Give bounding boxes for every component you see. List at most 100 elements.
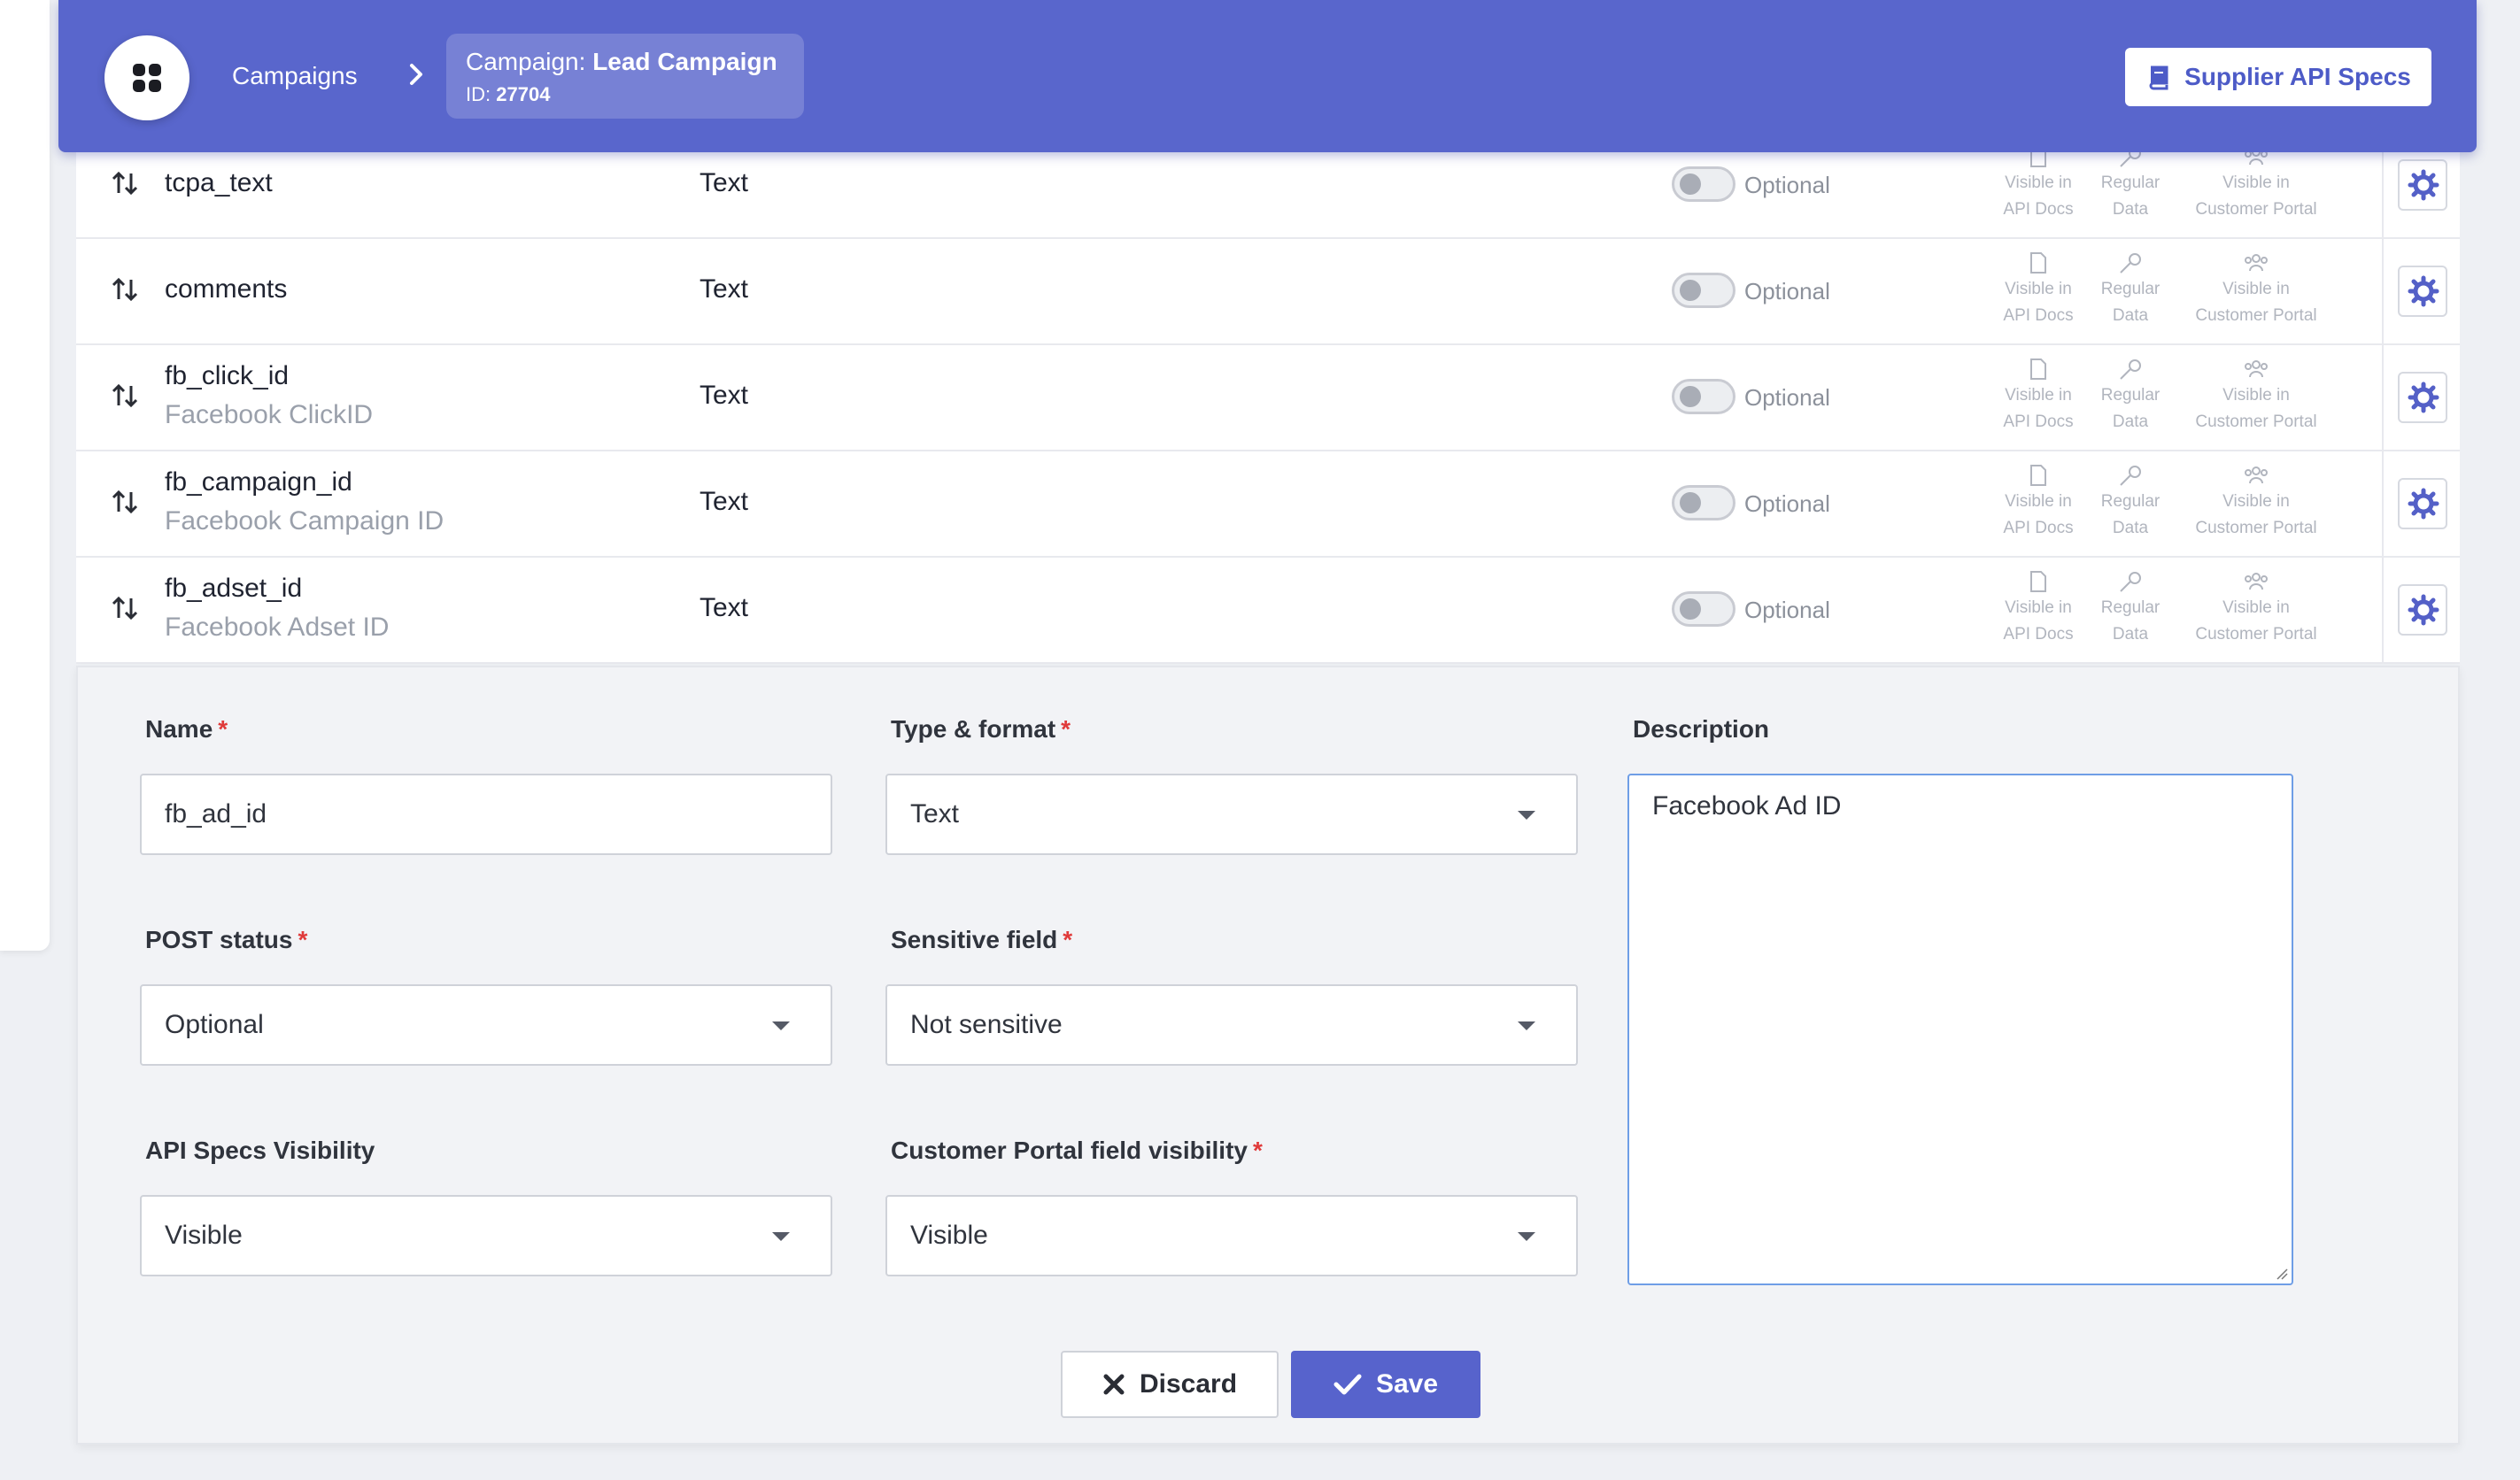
data-sensitivity: Regular Data bbox=[2095, 570, 2166, 648]
post-status-label: Optional bbox=[1744, 278, 1830, 304]
name-input[interactable]: fb_ad_id bbox=[140, 774, 832, 855]
left-panel-card bbox=[0, 0, 50, 951]
caret-down-icon bbox=[1518, 1021, 1535, 1030]
field-name: tcpa_text bbox=[165, 168, 273, 197]
field-name: fb_click_id bbox=[165, 361, 290, 390]
required-toggle[interactable] bbox=[1672, 166, 1735, 202]
users-icon bbox=[2245, 360, 2268, 378]
gear-icon bbox=[2408, 488, 2439, 520]
save-button[interactable]: Save bbox=[1291, 1351, 1480, 1418]
field-name: fb_campaign_id bbox=[165, 467, 352, 497]
field-description: Facebook ClickID bbox=[165, 400, 374, 429]
sort-arrows-icon[interactable] bbox=[110, 381, 140, 411]
discard-button[interactable]: Discard bbox=[1061, 1351, 1279, 1418]
field-type: Text bbox=[700, 381, 749, 410]
field-type: Text bbox=[700, 487, 749, 516]
name-label: Name * bbox=[145, 715, 228, 743]
post-status-select[interactable]: Optional bbox=[140, 984, 832, 1066]
resize-handle-icon[interactable] bbox=[2276, 1268, 2288, 1280]
breadcrumb-current-campaign: Campaign: Lead Campaign ID: 27704 bbox=[446, 34, 804, 119]
required-mark: * bbox=[298, 926, 308, 953]
field-type: Text bbox=[700, 168, 749, 197]
campaign-name: Lead Campaign bbox=[592, 48, 777, 75]
api-docs-visibility: Visible in API Docs bbox=[1996, 358, 2081, 436]
field-settings-button[interactable] bbox=[2398, 159, 2447, 211]
required-mark: * bbox=[1252, 1137, 1263, 1164]
description-textarea[interactable]: Facebook Ad ID bbox=[1627, 774, 2293, 1285]
api-specs-visibility-select[interactable]: Visible bbox=[140, 1195, 832, 1276]
description-label: Description bbox=[1633, 715, 1770, 743]
sort-arrows-icon[interactable] bbox=[110, 168, 140, 198]
customer-portal-visibility: Visible in Customer Portal bbox=[2184, 358, 2329, 436]
table-row: fb_adset_id Facebook Adset ID Text Optio… bbox=[76, 558, 2460, 664]
key-icon bbox=[2120, 572, 2141, 592]
field-settings-button[interactable] bbox=[2398, 266, 2447, 317]
field-settings-button[interactable] bbox=[2398, 478, 2447, 529]
chevron-right-icon bbox=[410, 64, 422, 85]
users-icon bbox=[2245, 466, 2268, 484]
gear-icon bbox=[2408, 382, 2439, 413]
sensitive-field-select[interactable]: Not sensitive bbox=[885, 984, 1578, 1066]
field-settings-button[interactable] bbox=[2398, 372, 2447, 423]
fields-table: tcpa_text Text Optional Visible in API Do… bbox=[76, 133, 2460, 664]
required-toggle[interactable] bbox=[1672, 379, 1735, 414]
api-docs-visibility: Visible in API Docs bbox=[1996, 145, 2081, 223]
caret-down-icon bbox=[1518, 1232, 1535, 1241]
field-settings-button[interactable] bbox=[2398, 584, 2447, 636]
api-specs-visibility-label: API Specs Visibility bbox=[145, 1137, 375, 1164]
api-docs-visibility: Visible in API Docs bbox=[1996, 570, 2081, 648]
field-description: Facebook Campaign ID bbox=[165, 506, 444, 536]
key-icon bbox=[2120, 359, 2141, 380]
post-status-label: Optional bbox=[1744, 597, 1830, 623]
table-row: fb_campaign_id Facebook Campaign ID Text… bbox=[76, 451, 2460, 558]
post-status-label: Optional bbox=[1744, 172, 1830, 198]
gear-icon bbox=[2408, 169, 2439, 201]
required-mark: * bbox=[1061, 715, 1071, 743]
sort-arrows-icon[interactable] bbox=[110, 487, 140, 517]
gear-icon bbox=[2408, 275, 2439, 307]
supplier-api-specs-label: Supplier API Specs bbox=[2184, 63, 2411, 90]
field-type: Text bbox=[700, 274, 749, 304]
sort-arrows-icon[interactable] bbox=[110, 593, 140, 623]
required-toggle[interactable] bbox=[1672, 273, 1735, 308]
customer-portal-visibility: Visible in Customer Portal bbox=[2184, 251, 2329, 329]
document-icon bbox=[2030, 465, 2046, 486]
data-sensitivity: Regular Data bbox=[2095, 358, 2166, 436]
customer-portal-visibility-select[interactable]: Visible bbox=[885, 1195, 1578, 1276]
customer-portal-visibility: Visible in Customer Portal bbox=[2184, 464, 2329, 542]
api-docs-visibility: Visible in API Docs bbox=[1996, 464, 2081, 542]
campaign-id: 27704 bbox=[496, 83, 551, 105]
data-sensitivity: Regular Data bbox=[2095, 464, 2166, 542]
gear-icon bbox=[2408, 594, 2439, 626]
data-sensitivity: Regular Data bbox=[2095, 251, 2166, 329]
field-description: Facebook Adset ID bbox=[165, 613, 390, 642]
required-toggle[interactable] bbox=[1672, 591, 1735, 627]
breadcrumb-campaigns-link[interactable]: Campaigns bbox=[232, 62, 358, 90]
users-icon bbox=[2245, 254, 2268, 272]
sort-arrows-icon[interactable] bbox=[110, 274, 140, 304]
key-icon bbox=[2120, 253, 2141, 274]
caret-down-icon bbox=[772, 1021, 790, 1030]
required-toggle[interactable] bbox=[1672, 485, 1735, 520]
supplier-api-specs-button[interactable]: Supplier API Specs bbox=[2125, 48, 2431, 106]
field-name: comments bbox=[165, 274, 288, 304]
top-header: Campaigns Campaign: Lead Campaign ID: 27… bbox=[58, 0, 2477, 152]
data-sensitivity: Regular Data bbox=[2095, 145, 2166, 223]
caret-down-icon bbox=[772, 1232, 790, 1241]
campaign-prefix: Campaign: bbox=[466, 48, 586, 75]
close-icon bbox=[1103, 1374, 1125, 1395]
sensitive-field-label: Sensitive field * bbox=[891, 926, 1073, 953]
type-format-label: Type & format * bbox=[891, 715, 1071, 743]
type-format-select[interactable]: Text bbox=[885, 774, 1578, 855]
check-icon bbox=[1333, 1374, 1362, 1395]
users-icon bbox=[2245, 573, 2268, 590]
required-mark: * bbox=[218, 715, 228, 743]
key-icon bbox=[2120, 466, 2141, 486]
document-icon bbox=[2030, 571, 2046, 592]
apps-menu-button[interactable] bbox=[104, 35, 189, 120]
book-icon bbox=[2149, 66, 2168, 90]
required-mark: * bbox=[1063, 926, 1073, 953]
document-icon bbox=[2030, 252, 2046, 274]
document-icon bbox=[2030, 358, 2046, 380]
field-name: fb_adset_id bbox=[165, 574, 303, 603]
